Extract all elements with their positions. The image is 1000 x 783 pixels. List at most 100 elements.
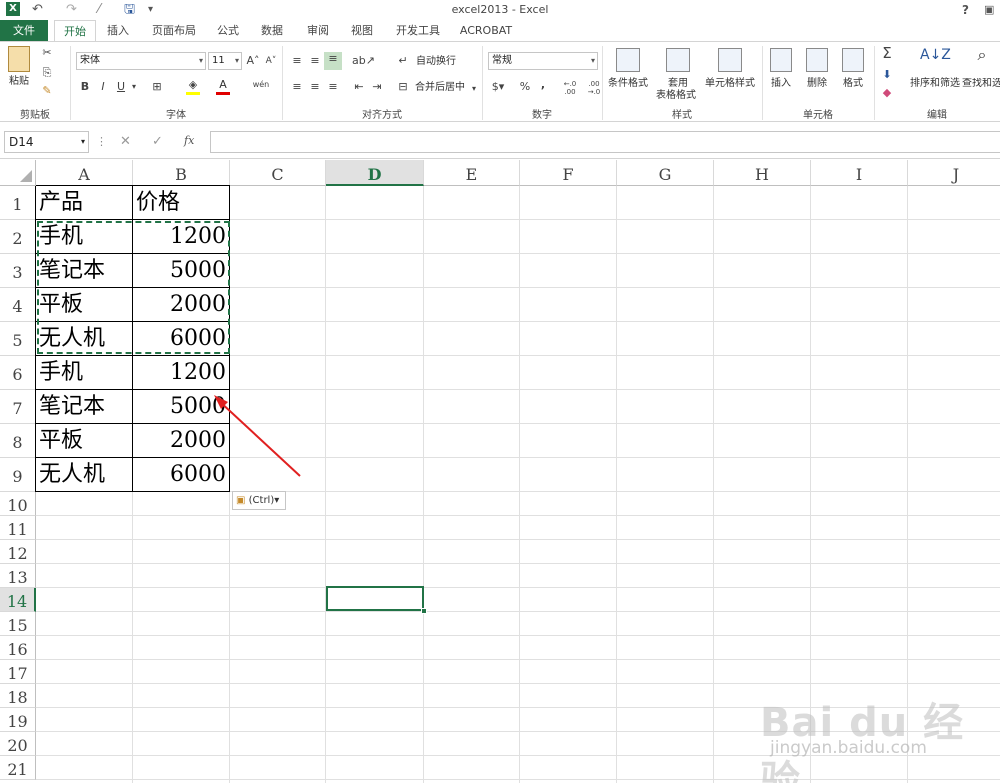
cell-styles-button[interactable]: 单元格样式 (702, 78, 758, 90)
row-header-20[interactable]: 20 (0, 732, 36, 756)
column-header-j[interactable]: J (908, 160, 1000, 186)
decrease-decimal-button[interactable]: .00 →.0 (584, 80, 604, 96)
name-box[interactable]: D14 ▾ (4, 131, 89, 153)
column-header-g[interactable]: G (617, 160, 714, 186)
row-header-21[interactable]: 21 (0, 756, 36, 780)
column-header-b[interactable]: B (133, 160, 230, 186)
font-size-select[interactable]: 11 ▾ (208, 52, 242, 70)
align-left-icon[interactable]: ≡ (290, 80, 304, 94)
row-header-16[interactable]: 16 (0, 636, 36, 660)
find-select-icon[interactable]: ⌕ (970, 47, 994, 63)
row-header-10[interactable]: 10 (0, 492, 36, 516)
column-header-h[interactable]: H (714, 160, 811, 186)
tab-review[interactable]: 审阅 (300, 20, 336, 41)
clear-icon[interactable]: ◆ (880, 86, 894, 100)
fill-handle[interactable] (421, 608, 427, 614)
underline-button[interactable]: U (116, 80, 126, 94)
format-painter-icon[interactable]: ✎ (40, 84, 54, 98)
row-header-17[interactable]: 17 (0, 660, 36, 684)
font-name-select[interactable]: 宋体 ▾ (76, 52, 206, 70)
merge-center-button[interactable]: 合并后居中 (412, 82, 468, 94)
cell-a9[interactable]: 无人机 (36, 458, 133, 492)
format-cells-icon[interactable] (842, 48, 864, 72)
column-header-e[interactable]: E (424, 160, 520, 186)
formula-input[interactable] (210, 131, 1000, 153)
cell-a7[interactable]: 笔记本 (36, 390, 133, 424)
font-color-icon[interactable]: A (216, 78, 230, 95)
wrap-text-button[interactable]: 自动换行 (412, 56, 460, 68)
find-select-button[interactable]: 查找和选 (962, 78, 1000, 90)
tab-data[interactable]: 数据 (254, 20, 290, 41)
tab-page-layout[interactable]: 页面布局 (144, 20, 204, 41)
enter-icon[interactable]: ✓ (152, 134, 163, 149)
tab-file[interactable]: 文件 (0, 20, 48, 41)
align-right-icon[interactable]: ≡ (326, 80, 340, 94)
tab-home[interactable]: 开始 (54, 20, 96, 42)
row-header-11[interactable]: 11 (0, 516, 36, 540)
format-as-table-line2[interactable]: 表格格式 (650, 90, 702, 102)
cell-a6[interactable]: 手机 (36, 356, 133, 390)
align-middle-icon[interactable]: ≡ (308, 54, 322, 68)
active-cell-d14[interactable] (326, 586, 424, 611)
row-header-19[interactable]: 19 (0, 708, 36, 732)
tab-insert[interactable]: 插入 (100, 20, 136, 41)
fill-color-icon[interactable]: ◈ (186, 78, 200, 95)
accounting-icon[interactable]: $▾ (490, 80, 506, 94)
insert-cells-icon[interactable] (770, 48, 792, 72)
delete-cells-icon[interactable] (806, 48, 828, 72)
chevron-down-icon[interactable]: ▾ (470, 82, 478, 96)
paste-options-button[interactable]: ▣ (Ctrl)▾ (232, 491, 286, 510)
format-as-table-icon[interactable] (666, 48, 690, 72)
cell-a1[interactable]: 产品 (36, 186, 133, 220)
decrease-indent-icon[interactable]: ⇤ (352, 80, 366, 94)
paste-icon[interactable] (8, 46, 30, 72)
column-header-d[interactable]: D (326, 160, 424, 186)
insert-cells-button[interactable]: 插入 (766, 78, 796, 90)
delete-cells-button[interactable]: 删除 (802, 78, 832, 90)
orientation-icon[interactable]: ab↗ (352, 54, 375, 68)
cut-icon[interactable]: ✂ (40, 46, 54, 60)
tab-view[interactable]: 视图 (344, 20, 380, 41)
row-header-14[interactable]: 14 (0, 588, 36, 612)
number-format-select[interactable]: 常规 ▾ (488, 52, 598, 70)
ribbon-options-icon[interactable]: ▣ (984, 2, 994, 18)
row-header-9[interactable]: 9 (0, 458, 36, 492)
select-all-corner[interactable] (0, 160, 36, 186)
row-header-3[interactable]: 3 (0, 254, 36, 288)
column-header-c[interactable]: C (230, 160, 326, 186)
row-header-15[interactable]: 15 (0, 612, 36, 636)
row-header-12[interactable]: 12 (0, 540, 36, 564)
paste-button[interactable]: 粘贴 (4, 76, 34, 88)
row-header-7[interactable]: 7 (0, 390, 36, 424)
insert-function-icon[interactable]: fx (184, 134, 194, 147)
conditional-format-button[interactable]: 条件格式 (604, 78, 652, 90)
copy-icon[interactable]: ⎘ (40, 66, 54, 80)
row-header-13[interactable]: 13 (0, 564, 36, 588)
increase-indent-icon[interactable]: ⇥ (370, 80, 384, 94)
cell-a8[interactable]: 平板 (36, 424, 133, 458)
chevron-down-icon[interactable]: ▾ (130, 80, 138, 94)
row-header-2[interactable]: 2 (0, 220, 36, 254)
row-header-1[interactable]: 1 (0, 186, 36, 220)
wrap-text-icon[interactable]: ↵ (396, 54, 410, 68)
merge-center-icon[interactable]: ⊟ (396, 80, 410, 94)
column-header-a[interactable]: A (36, 160, 133, 186)
format-cells-button[interactable]: 格式 (838, 78, 868, 90)
cell-styles-icon[interactable] (718, 48, 742, 72)
shrink-font-icon[interactable]: A˅ (264, 54, 278, 68)
autosum-icon[interactable]: Σ (880, 46, 894, 61)
column-header-f[interactable]: F (520, 160, 617, 186)
help-button[interactable]: ? (962, 2, 969, 18)
row-header-8[interactable]: 8 (0, 424, 36, 458)
row-header-5[interactable]: 5 (0, 322, 36, 356)
cancel-icon[interactable]: ✕ (120, 134, 131, 149)
row-header-4[interactable]: 4 (0, 288, 36, 322)
fill-icon[interactable]: ⬇ (880, 68, 894, 82)
bold-button[interactable]: B (80, 80, 90, 94)
column-header-i[interactable]: I (811, 160, 908, 186)
cell-b1[interactable]: 价格 (133, 186, 230, 220)
sort-filter-button[interactable]: 排序和筛选 (908, 78, 962, 90)
align-top-icon[interactable]: ≡ (290, 54, 304, 68)
percent-button[interactable]: % (518, 80, 532, 94)
align-center-icon[interactable]: ≡ (308, 80, 322, 94)
